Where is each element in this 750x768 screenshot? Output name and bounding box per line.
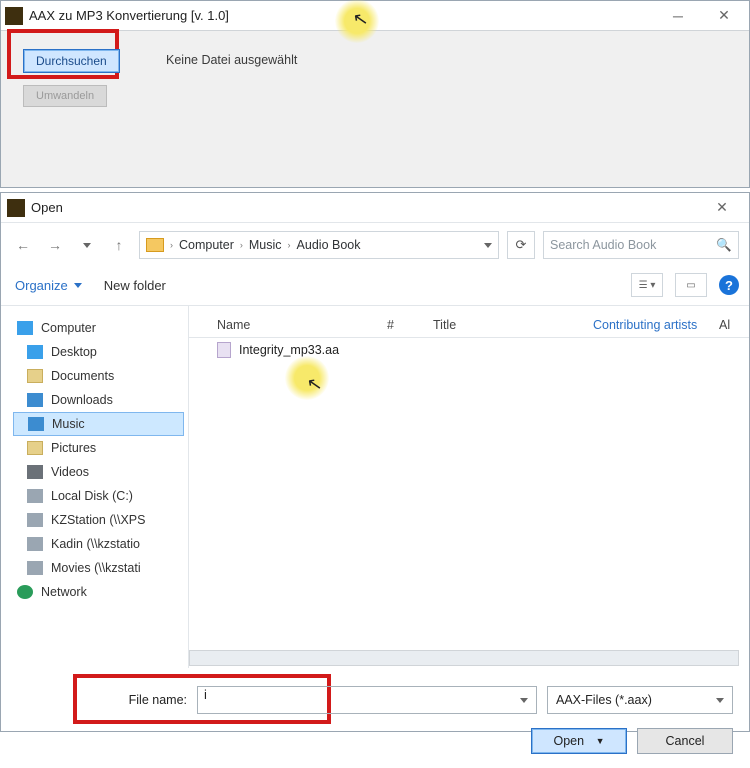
tree-item-label: Movies (\\kzstati [51, 561, 141, 575]
horizontal-scrollbar[interactable] [189, 650, 739, 666]
file-name-label: File name: [17, 693, 187, 707]
tree-item-videos[interactable]: Videos [17, 460, 184, 484]
cursor-icon: ↖ [305, 373, 324, 396]
file-name: Integrity_mp33.aa [239, 343, 339, 357]
tree-item-documents[interactable]: Documents [17, 364, 184, 388]
tree-item-label: Music [52, 417, 85, 431]
search-placeholder: Search Audio Book [550, 238, 656, 252]
tree-item-pictures[interactable]: Pictures [17, 436, 184, 460]
tree-item-label: Documents [51, 369, 114, 383]
organize-menu[interactable]: Organize [15, 278, 82, 293]
selected-file-status: Keine Datei ausgewählt [166, 53, 297, 67]
recent-button[interactable] [75, 233, 99, 257]
file-type-select[interactable]: AAX-Files (*.aax) [547, 686, 733, 714]
tree-item-music[interactable]: Music [13, 412, 184, 436]
window-title: AAX zu MP3 Konvertierung [v. 1.0] [29, 8, 229, 23]
file-name-input[interactable]: i [197, 686, 537, 714]
nav-tree: Computer Desktop Documents Downloads Music Pi… [1, 306, 189, 668]
disk-icon [27, 513, 43, 527]
col-number[interactable]: # [387, 318, 433, 332]
tree-item-local-disk-c-[interactable]: Local Disk (C:) [17, 484, 184, 508]
folder-icon [27, 369, 43, 383]
toolbar: Organize New folder ☰ ▾ ▭ ? [1, 265, 749, 306]
dialog-title: Open [31, 200, 63, 215]
tree-item-label: KZStation (\\XPS [51, 513, 145, 527]
tree-item-desktop[interactable]: Desktop [17, 340, 184, 364]
tree-item-kzstation-xps[interactable]: KZStation (\\XPS [17, 508, 184, 532]
tree-item-label: Network [41, 585, 87, 599]
crumb[interactable]: Audio Book [297, 238, 361, 252]
tree-item-label: Downloads [51, 393, 113, 407]
down-icon [27, 393, 43, 407]
nav-row: ← → ↑ › Computer › Music › Audio Book ⟳ … [1, 223, 749, 265]
tree-item-downloads[interactable]: Downloads [17, 388, 184, 412]
up-button[interactable]: ↑ [107, 233, 131, 257]
col-artists[interactable]: Contributing artists [593, 318, 719, 332]
col-album[interactable]: Al [719, 318, 749, 332]
file-icon [217, 342, 231, 358]
crumb[interactable]: Music [249, 238, 282, 252]
disk-icon [27, 561, 43, 575]
search-input[interactable]: Search Audio Book 🔍 [543, 231, 739, 259]
open-dialog: Open ✕ ← → ↑ › Computer › Music › Audio … [0, 192, 750, 732]
crumb[interactable]: Computer [179, 238, 234, 252]
tree-item-network[interactable]: Network [17, 580, 184, 604]
file-row[interactable]: Integrity_mp33.aa [189, 338, 749, 362]
tree-item-label: Pictures [51, 441, 96, 455]
tree-item-computer[interactable]: Computer [17, 316, 184, 340]
computer-icon [17, 321, 33, 335]
converter-window: AAX zu MP3 Konvertierung [v. 1.0] ─ ✕ Du… [0, 0, 750, 188]
search-icon: 🔍 [716, 238, 732, 253]
refresh-button[interactable]: ⟳ [507, 231, 535, 259]
tree-item-movies-kzstati[interactable]: Movies (\\kzstati [17, 556, 184, 580]
browse-button[interactable]: Durchsuchen [23, 49, 120, 73]
breadcrumb[interactable]: › Computer › Music › Audio Book [139, 231, 499, 259]
video-icon [27, 465, 43, 479]
forward-button[interactable]: → [43, 233, 67, 257]
desktop-icon [27, 345, 43, 359]
tree-item-label: Desktop [51, 345, 97, 359]
dialog-footer: File name: i AAX-Files (*.aax) Open ▼ Ca… [1, 668, 749, 768]
file-list-pane: Name # Title Contributing artists Al Int… [189, 306, 749, 668]
tree-item-label: Computer [41, 321, 96, 335]
tree-item-label: Local Disk (C:) [51, 489, 133, 503]
column-headers: Name # Title Contributing artists Al [189, 312, 749, 338]
folder-icon [27, 441, 43, 455]
view-options-button[interactable]: ☰ ▾ [631, 273, 663, 297]
disk-icon [27, 489, 43, 503]
close-button[interactable]: ✕ [701, 1, 747, 31]
tree-item-label: Kadin (\\kzstatio [51, 537, 140, 551]
close-button[interactable]: ✕ [699, 193, 745, 223]
dialog-body: Computer Desktop Documents Downloads Music Pi… [1, 306, 749, 668]
folder-icon [146, 238, 164, 252]
app-icon [5, 7, 23, 25]
col-name[interactable]: Name [217, 318, 387, 332]
music-icon [28, 417, 44, 431]
titlebar: AAX zu MP3 Konvertierung [v. 1.0] ─ ✕ [1, 1, 749, 31]
help-icon[interactable]: ? [719, 275, 739, 295]
minimize-button[interactable]: ─ [655, 1, 701, 31]
convert-button: Umwandeln [23, 85, 107, 107]
new-folder-button[interactable]: New folder [104, 278, 166, 293]
tree-item-label: Videos [51, 465, 89, 479]
back-button[interactable]: ← [11, 233, 35, 257]
dialog-titlebar: Open ✕ [1, 193, 749, 223]
chevron-down-icon [716, 698, 724, 703]
col-title[interactable]: Title [433, 318, 593, 332]
tree-item-kadin-kzstatio[interactable]: Kadin (\\kzstatio [17, 532, 184, 556]
app-icon [7, 199, 25, 217]
preview-pane-button[interactable]: ▭ [675, 273, 707, 297]
chevron-down-icon[interactable] [484, 243, 492, 248]
net-icon [17, 585, 33, 599]
disk-icon [27, 537, 43, 551]
